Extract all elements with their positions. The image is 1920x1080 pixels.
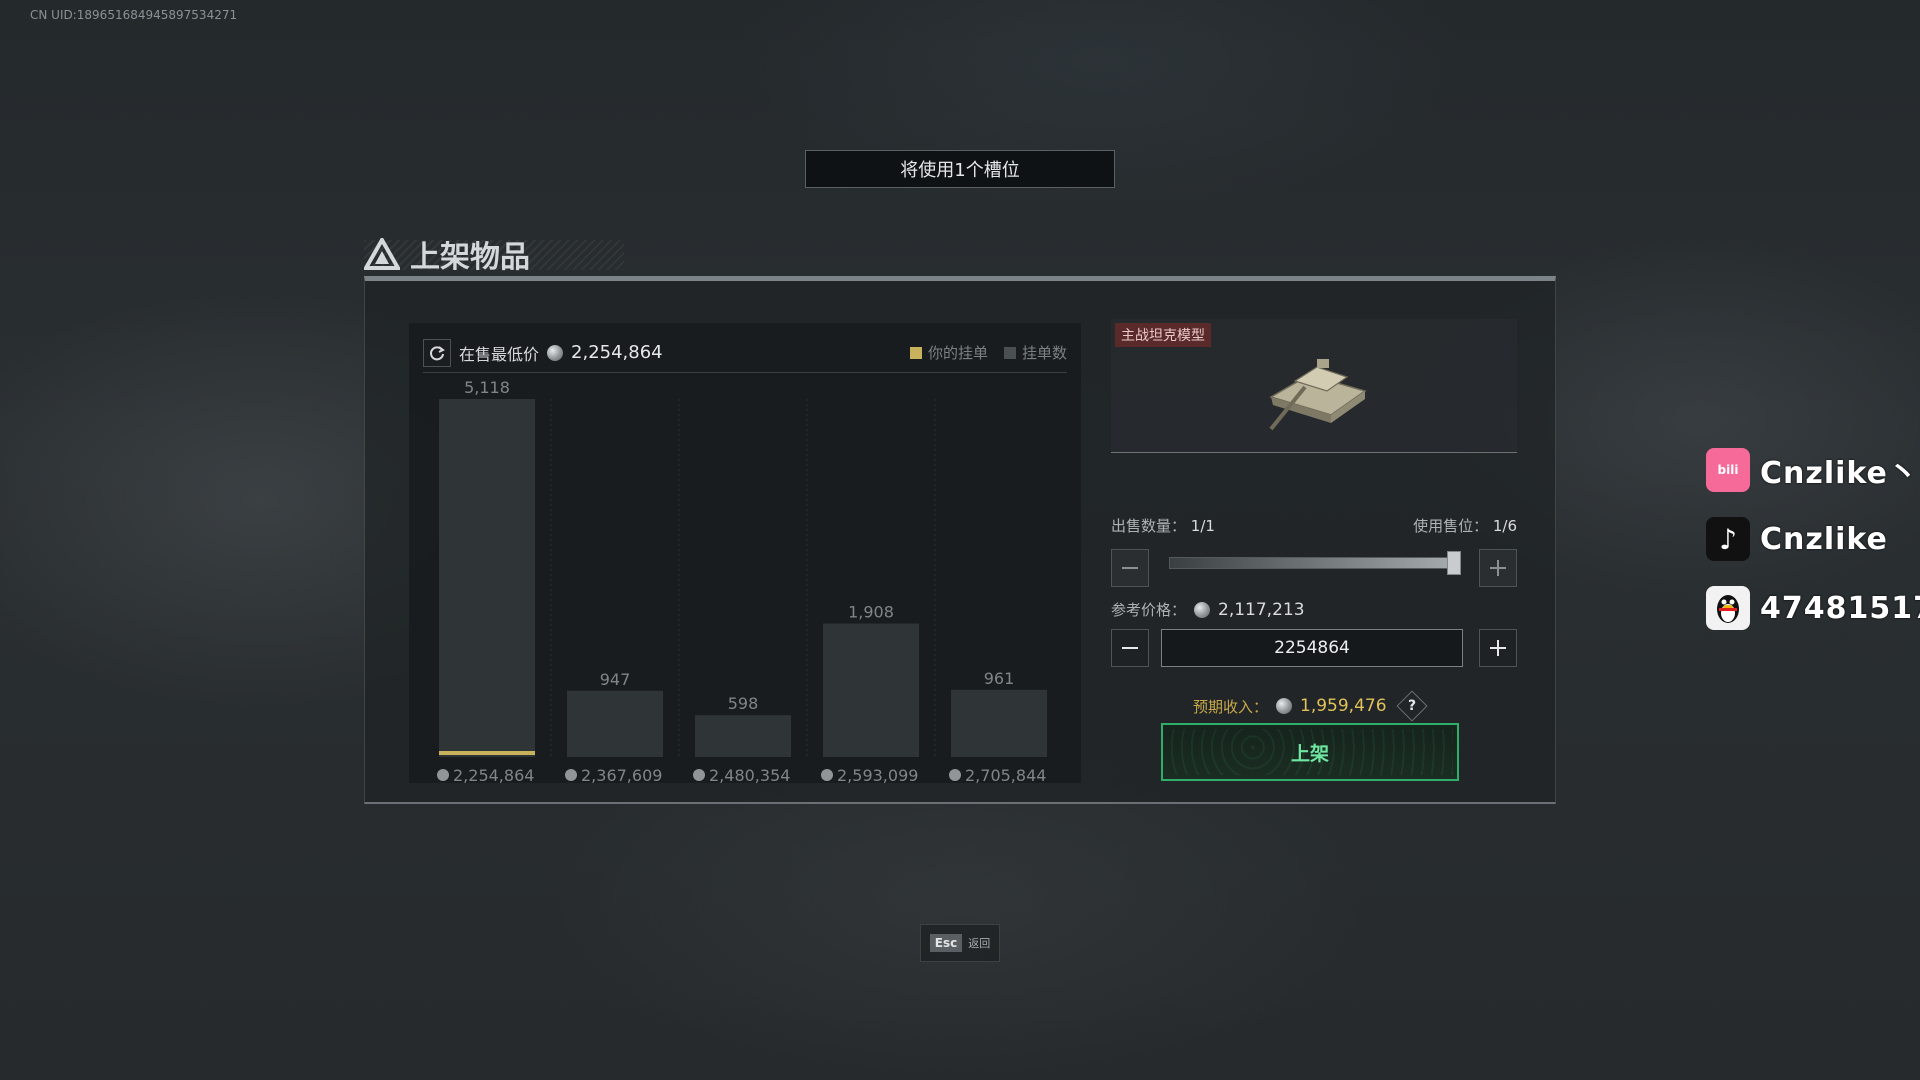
social-tiktok-text: Cnzlike <box>1760 521 1888 557</box>
item-card: 主战坦克模型 <box>1111 319 1517 453</box>
game-logo-icon <box>364 238 400 270</box>
item-name-tag: 主战坦克模型 <box>1115 323 1211 347</box>
chart-legend: 你的挂单 挂单数 <box>909 342 1067 363</box>
esc-back-label: 返回 <box>968 937 991 950</box>
lowest-price-label: 在售最低价 <box>459 344 540 364</box>
esc-key: Esc <box>929 934 963 952</box>
sell-quantity-value: 1/1 <box>1190 517 1215 535</box>
chart-bar <box>439 399 535 757</box>
listing-panel: 5,118 2,254,864 947 2,367,609 598 2,480,354 1,… <box>364 276 1556 804</box>
social-qq-text: 474815174 <box>1760 590 1920 626</box>
slot-usage-label: 使用售位： <box>1413 517 1489 535</box>
price-input[interactable]: 2254864 <box>1161 629 1463 667</box>
chart-bar <box>695 715 791 757</box>
social-tiktok: ♪ Cnzlike <box>1706 517 1888 561</box>
expected-income-row: 预期收入： 1,959,476 ? <box>1193 690 1428 722</box>
social-bilibili: bili Cnzlike丶 <box>1706 448 1919 492</box>
user-uid: CN UID:189651684945897534271 <box>30 8 238 22</box>
panel-title: 上架物品 <box>364 232 530 276</box>
qq-icon <box>1706 586 1750 630</box>
qq-penguin-icon <box>1717 595 1739 623</box>
chart-value-label: 1,908 <box>848 603 894 622</box>
slot-usage-value: 1/6 <box>1492 517 1517 535</box>
expected-income-value: 1,959,476 <box>1300 696 1387 716</box>
chart-bar <box>951 689 1047 757</box>
chart-bar <box>823 623 919 757</box>
chart-value-label: 947 <box>600 670 631 689</box>
bilibili-icon: bili <box>1706 448 1750 492</box>
quantity-row: 出售数量： 1/1 使用售位： 1/6 <box>1111 515 1517 536</box>
plus-icon <box>1490 560 1506 576</box>
quantity-slider[interactable] <box>1169 557 1455 569</box>
chart-category-label: 2,254,864 <box>453 766 534 783</box>
legend-yours-label: 你的挂单 <box>927 344 988 362</box>
list-item-button[interactable]: 上架 <box>1161 723 1459 781</box>
plus-icon <box>1490 640 1506 656</box>
price-decrease-button[interactable] <box>1111 629 1149 667</box>
quantity-decrease-button[interactable] <box>1111 549 1149 587</box>
panel-title-text: 上架物品 <box>410 240 530 275</box>
coin-icon <box>547 344 564 361</box>
reference-price-row: 参考价格： 2,117,213 <box>1111 599 1305 620</box>
legend-yours: 你的挂单 <box>909 342 988 363</box>
minus-icon <box>1122 567 1138 569</box>
price-distribution-chart: 5,118 2,254,864 947 2,367,609 598 2,480,354 1,… <box>409 323 1081 783</box>
chart-bar-highlight <box>439 751 535 755</box>
minus-icon <box>1122 647 1138 649</box>
chart-value-label: 598 <box>728 694 759 713</box>
coin-icon <box>821 769 833 781</box>
social-bilibili-text: Cnzlike丶 <box>1760 456 1919 491</box>
legend-swatch-gray <box>1003 347 1016 359</box>
social-qq: 474815174 <box>1706 586 1920 630</box>
coin-icon <box>693 769 705 781</box>
slot-usage: 使用售位： 1/6 <box>1413 515 1517 536</box>
reference-price-value: 2,117,213 <box>1218 599 1305 620</box>
expected-income-label: 预期收入： <box>1193 697 1269 716</box>
chart-value-label: 961 <box>984 669 1015 688</box>
sell-quantity-label: 出售数量： <box>1111 517 1187 535</box>
tiktok-icon: ♪ <box>1706 517 1750 561</box>
sell-quantity: 出售数量： 1/1 <box>1111 515 1215 536</box>
coin-icon <box>949 769 961 781</box>
help-icon[interactable]: ? <box>1395 690 1428 722</box>
coin-icon <box>1276 698 1293 714</box>
chart-header: 在售最低价 2,254,864 你的挂单 挂单数 <box>423 333 1067 373</box>
price-increase-button[interactable] <box>1479 629 1517 667</box>
quantity-slider-handle[interactable] <box>1447 551 1461 575</box>
list-item-button-label: 上架 <box>1290 742 1329 765</box>
chart-category-label: 2,593,099 <box>837 766 918 783</box>
chart-category-label: 2,480,354 <box>709 766 790 783</box>
coin-icon <box>1194 601 1211 618</box>
chart-bar <box>567 690 663 757</box>
lowest-price-value: 2,254,864 <box>571 342 663 363</box>
esc-back-hint[interactable]: Esc 返回 <box>920 924 1000 962</box>
tank-model-icon <box>1269 359 1367 431</box>
legend-count-label: 挂单数 <box>1021 344 1067 362</box>
help-icon-glyph: ? <box>1407 698 1416 714</box>
chart-svg: 5,118 2,254,864 947 2,367,609 598 2,480,354 1,… <box>437 378 1047 783</box>
refresh-icon <box>430 345 445 360</box>
legend-count: 挂单数 <box>1003 342 1067 363</box>
chart-value-label: 5,118 <box>464 378 510 397</box>
coin-icon <box>565 769 577 781</box>
chart-category-label: 2,367,609 <box>581 766 662 783</box>
reference-price-label: 参考价格： <box>1111 601 1187 619</box>
chart-category-label: 2,705,844 <box>965 766 1046 783</box>
coin-icon <box>437 769 449 781</box>
slot-usage-banner: 将使用1个槽位 <box>805 150 1115 188</box>
legend-swatch-gold <box>909 347 922 359</box>
refresh-button[interactable] <box>423 338 451 367</box>
quantity-increase-button[interactable] <box>1479 549 1517 587</box>
